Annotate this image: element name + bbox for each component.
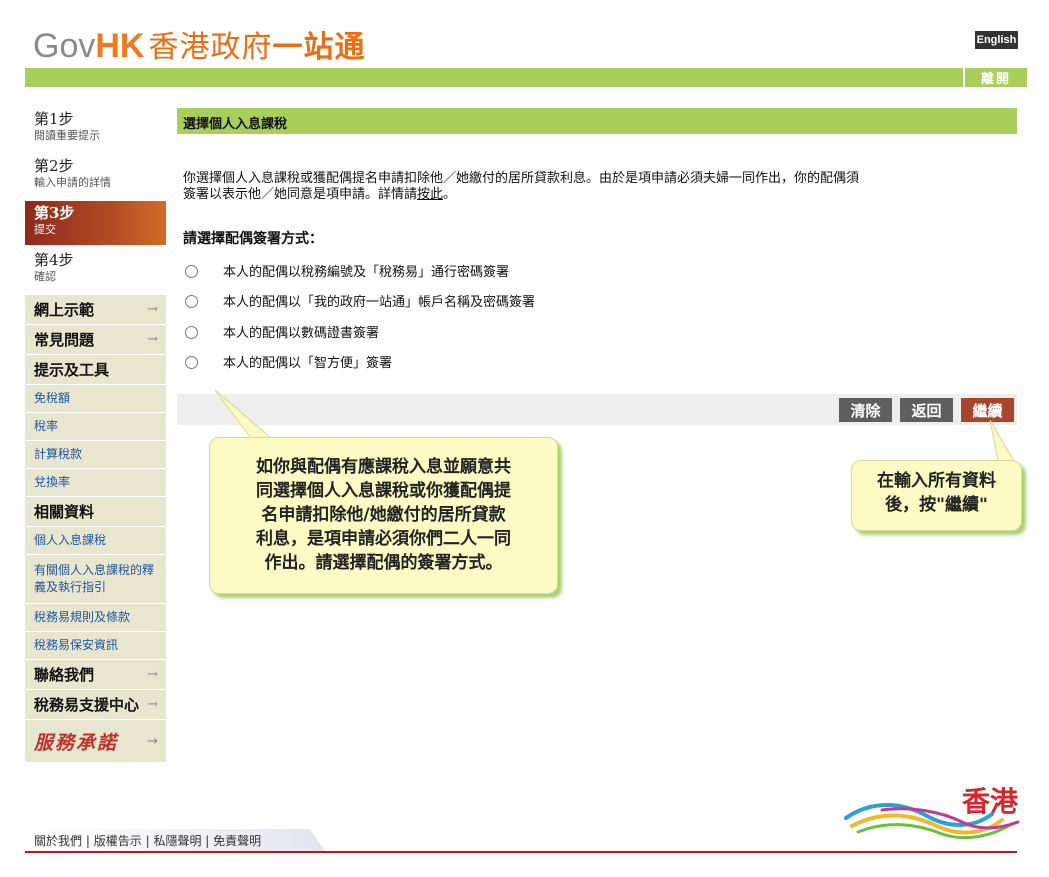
footer-divider bbox=[25, 851, 1017, 853]
intro-line-1: 你選擇個人入息課稅或獲配偶提名申請扣除他／她繳付的居所貸款利息。由於是項申請必須… bbox=[183, 171, 860, 186]
arrow-right-icon: → bbox=[147, 332, 158, 347]
top-bar bbox=[25, 68, 1027, 87]
footer-link-copyright[interactable]: 版權告示 bbox=[94, 834, 142, 848]
arrow-right-icon: → bbox=[147, 302, 158, 317]
callout-line: 同選擇個人入息課稅或你獲配偶提 bbox=[256, 481, 511, 501]
section-heading: 提示及工具 bbox=[34, 361, 110, 379]
step-subtitle: 閱讀重要提示 bbox=[34, 129, 100, 142]
footer-separator: | bbox=[205, 834, 210, 848]
option-mygovhk-account[interactable]: 本人的配偶以「我的政府一站通」帳戶名稱及密碼簽署 bbox=[185, 286, 535, 317]
radio-button[interactable] bbox=[185, 356, 198, 370]
sidebar-item-service-pledge[interactable]: 服務承諾 → bbox=[25, 720, 166, 762]
callout-line: 利息，是項申請必須你們二人一同 bbox=[256, 529, 511, 549]
logo-onestop-text: 一站通 bbox=[272, 30, 366, 65]
intro-line-2: 簽署以表示他／她同意是項申請。詳情請 bbox=[183, 187, 418, 202]
sidebar-link-interpretation-notes[interactable]: 有關個人入息課稅的釋義及執行指引 bbox=[25, 555, 166, 604]
step-title: 第4步 bbox=[34, 251, 74, 269]
callout-continue-hint: 在輸入所有資料 後，按"繼續" bbox=[851, 460, 1022, 531]
arrow-right-icon: → bbox=[147, 697, 158, 712]
back-button[interactable]: 返回 bbox=[900, 398, 953, 422]
sidebar-section-tips: 提示及工具 bbox=[25, 355, 166, 385]
sidebar: 第1步 閱讀重要提示 第2步 輸入申請的詳情 第3步 提交 第4步 確認 網上示… bbox=[25, 107, 166, 762]
english-button[interactable]: English bbox=[975, 31, 1018, 49]
callout-line: 後，按"繼續" bbox=[885, 495, 988, 515]
sidebar-item-demo[interactable]: 網上示範 → bbox=[25, 295, 166, 325]
details-link[interactable]: 按此 bbox=[417, 187, 443, 202]
radio-button[interactable] bbox=[185, 295, 198, 309]
step-4: 第4步 確認 bbox=[25, 248, 166, 295]
sidebar-item-label: 稅務易支援中心 bbox=[34, 696, 140, 714]
arrow-right-icon: → bbox=[147, 667, 158, 682]
intro-line-end: 。 bbox=[443, 187, 457, 202]
radio-button[interactable] bbox=[185, 325, 198, 339]
radio-button[interactable] bbox=[185, 264, 198, 278]
arrow-right-icon: → bbox=[147, 733, 158, 749]
leave-button[interactable]: 離開 bbox=[963, 68, 1027, 87]
option-label: 本人的配偶以「智方便」簽署 bbox=[223, 356, 393, 372]
dragon-ribbon-icon bbox=[844, 803, 1020, 840]
callout-left-pointer bbox=[214, 389, 273, 439]
footer-link-about[interactable]: 關於我們 bbox=[34, 834, 82, 848]
sidebar-link-personal-assessment[interactable]: 個人入息課稅 bbox=[25, 527, 166, 555]
sidebar-item-label: 聯絡我們 bbox=[34, 666, 95, 684]
footer-link-privacy[interactable]: 私隱聲明 bbox=[153, 834, 201, 848]
sidebar-nav: 網上示範 → 常見問題 → 提示及工具 免稅額 稅率 計算稅款 兌換率 相關資料… bbox=[25, 295, 166, 762]
sidebar-link-tax-calculator[interactable]: 計算稅款 bbox=[25, 441, 166, 469]
callout-line: 如你與配偶有應課稅入息並願意共 bbox=[256, 457, 511, 477]
callout-line: 名申請扣除他/她繳付的居所貸款 bbox=[261, 505, 506, 525]
clear-button[interactable]: 清除 bbox=[839, 398, 892, 422]
callout-signing-hint: 如你與配偶有應課稅入息並願意共 同選擇個人入息課稅或你獲配偶提 名申請扣除他/她… bbox=[209, 437, 558, 594]
option-label: 本人的配偶以數碼證書簽署 bbox=[223, 325, 380, 341]
brand-hong-kong-logo[interactable]: 香港 bbox=[842, 780, 1022, 842]
logo-gov-text: Gov bbox=[33, 27, 96, 65]
sidebar-link-etax-terms[interactable]: 稅務易規則及條款 bbox=[25, 604, 166, 632]
step-title: 第2步 bbox=[34, 157, 74, 175]
step-title: 第3步 bbox=[34, 204, 75, 222]
step-subtitle: 輸入申請的詳情 bbox=[34, 176, 111, 189]
option-label: 本人的配偶以稅務編號及「稅務易」通行密碼簽署 bbox=[223, 264, 510, 280]
govhk-logo[interactable]: Gov HK 香港政府 一站通 bbox=[33, 22, 365, 65]
footer-link-disclaimer[interactable]: 免責聲明 bbox=[213, 834, 261, 848]
callout-line: 作出。請選擇配偶的簽署方式。 bbox=[264, 553, 503, 573]
footer-separator: | bbox=[145, 834, 150, 848]
callout-right-pointer bbox=[989, 419, 1015, 462]
sidebar-item-contact[interactable]: 聯絡我們 → bbox=[25, 660, 166, 690]
step-1: 第1步 閱讀重要提示 bbox=[25, 107, 166, 154]
callout-line: 在輸入所有資料 bbox=[877, 471, 996, 491]
sidebar-link-tax-rates[interactable]: 稅率 bbox=[25, 413, 166, 441]
section-heading: 相關資料 bbox=[34, 503, 95, 521]
sidebar-item-faq[interactable]: 常見問題 → bbox=[25, 325, 166, 355]
sidebar-link-security-info[interactable]: 稅務易保安資訊 bbox=[25, 632, 166, 660]
signing-method-heading: 請選擇配偶簽署方式： bbox=[183, 231, 323, 247]
sidebar-link-allowances[interactable]: 免稅額 bbox=[25, 385, 166, 413]
logo-cn-text: 香港政府 bbox=[148, 30, 273, 65]
step-title: 第1步 bbox=[34, 110, 74, 128]
signing-method-options: 本人的配偶以稅務編號及「稅務易」通行密碼簽署 本人的配偶以「我的政府一站通」帳戶… bbox=[185, 255, 535, 377]
option-digital-certificate[interactable]: 本人的配偶以數碼證書簽署 bbox=[185, 316, 535, 347]
logo-hk-text: HK bbox=[95, 27, 145, 65]
option-iamsmart[interactable]: 本人的配偶以「智方便」簽署 bbox=[185, 347, 535, 378]
step-2: 第2步 輸入申請的詳情 bbox=[25, 154, 166, 201]
footer-links: 關於我們 | 版權告示 | 私隱聲明 | 免責聲明 bbox=[25, 829, 325, 851]
intro-text: 你選擇個人入息課稅或獲配偶提名申請扣除他／她繳付的居所貸款利息。由於是項申請必須… bbox=[183, 171, 1013, 203]
step-3-current: 第3步 提交 bbox=[25, 201, 166, 245]
sidebar-link-exchange-rates[interactable]: 兌換率 bbox=[25, 469, 166, 497]
step-subtitle: 確認 bbox=[34, 270, 56, 283]
sidebar-item-support[interactable]: 稅務易支援中心 → bbox=[25, 690, 166, 720]
sidebar-item-label: 常見問題 bbox=[34, 331, 95, 349]
option-etax-password[interactable]: 本人的配偶以稅務編號及「稅務易」通行密碼簽署 bbox=[185, 255, 535, 286]
service-pledge-logo: 服務承諾 bbox=[34, 731, 119, 754]
page-title: 選擇個人入息課稅 bbox=[177, 108, 1017, 134]
sidebar-section-related: 相關資料 bbox=[25, 497, 166, 527]
footer-separator: | bbox=[85, 834, 90, 848]
option-label: 本人的配偶以「我的政府一站通」帳戶名稱及密碼簽署 bbox=[223, 295, 536, 311]
sidebar-item-label: 網上示範 bbox=[34, 301, 95, 319]
step-subtitle: 提交 bbox=[34, 223, 56, 236]
